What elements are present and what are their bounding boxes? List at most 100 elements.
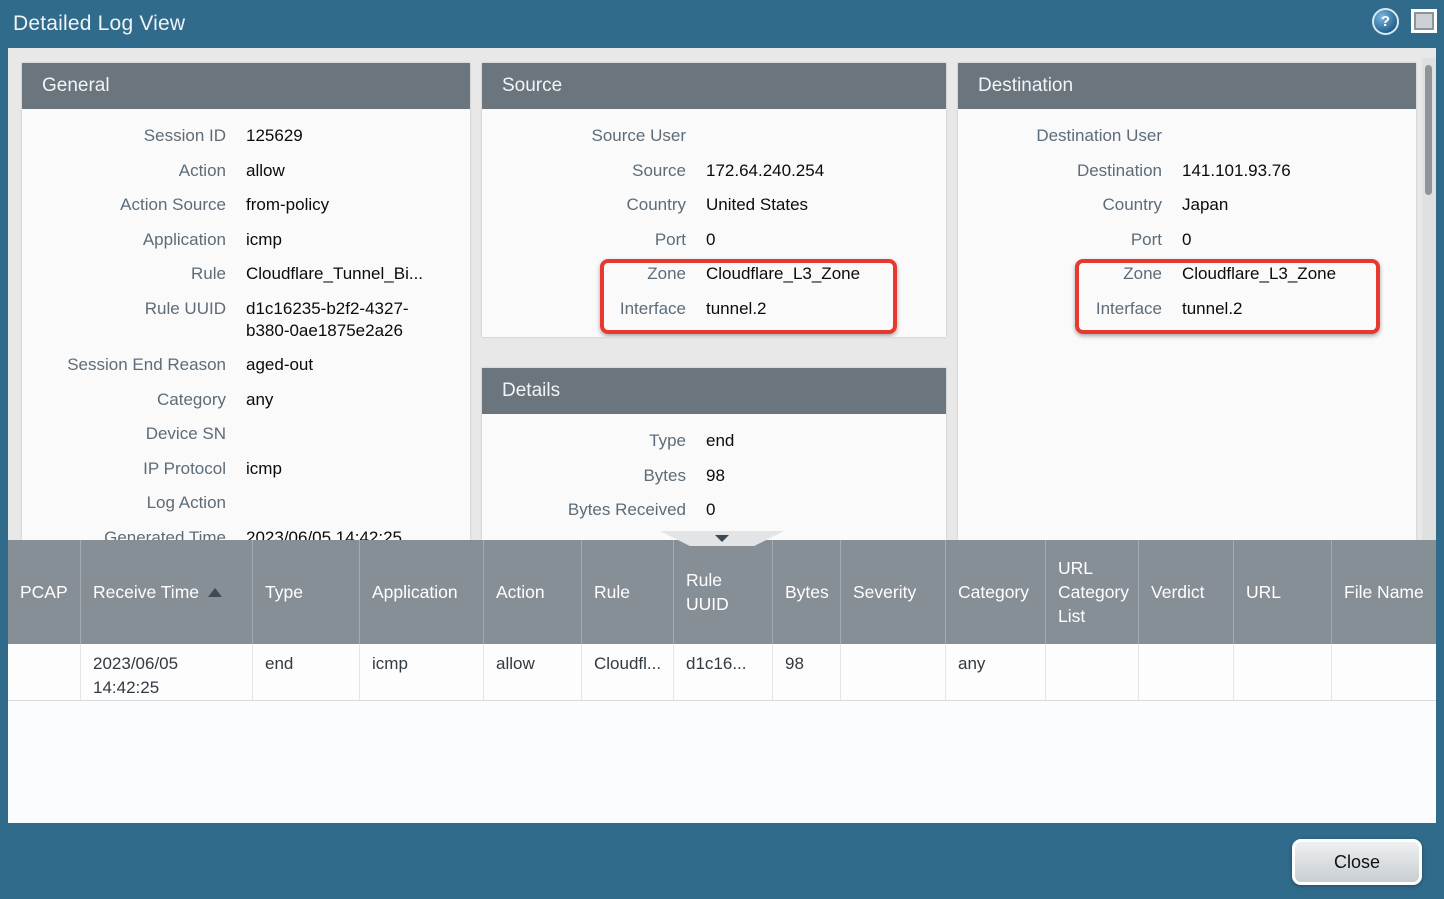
table-cell-type: end: [253, 644, 360, 700]
field-value: 0: [706, 229, 906, 251]
column-header-application[interactable]: Application: [360, 540, 484, 644]
field-value: [1182, 125, 1382, 147]
window-icon-glyph: [1414, 12, 1434, 30]
field-row-rule: RuleCloudflare_Tunnel_Bi...: [22, 263, 470, 285]
field-label: Country: [482, 194, 686, 216]
table-cell-rule: Cloudfl...: [582, 644, 674, 700]
field-row-rule-uuid: Rule UUID d1c16235-b2f2-4327-b380-0ae1875…: [22, 298, 470, 342]
field-label: Log Action: [22, 492, 226, 514]
column-header-label: URL: [1246, 580, 1281, 604]
field-label: Action Source: [22, 194, 226, 216]
field-row-device-sn: Device SN: [22, 423, 470, 445]
field-label: Generated Time: [22, 527, 226, 541]
field-row-destination: Destination141.101.93.76: [958, 160, 1416, 182]
table-cell-severity: [841, 644, 946, 700]
column-header-label: Application: [372, 580, 458, 604]
field-value: 98: [706, 465, 906, 487]
panel-destination: Destination Destination User Destination1…: [958, 63, 1416, 540]
table-cell-file-name: [1332, 644, 1436, 700]
column-header-file-name[interactable]: File Name: [1332, 540, 1436, 644]
field-label: Action: [22, 160, 226, 182]
field-row-application: Applicationicmp: [22, 229, 470, 251]
log-table: PCAP Receive Time Type Application Action Rul…: [8, 540, 1436, 823]
table-row[interactable]: 2023/06/05 14:42:25endicmpallowCloudfl..…: [8, 644, 1436, 701]
table-cell-action: allow: [484, 644, 582, 700]
field-value: end: [706, 430, 906, 452]
field-value: 0: [1182, 229, 1382, 251]
column-header-label: File Name: [1344, 580, 1424, 604]
column-header-rule[interactable]: Rule: [582, 540, 674, 644]
panel-header: Details: [482, 368, 946, 414]
column-header-type[interactable]: Type: [253, 540, 360, 644]
panels-scrollbar[interactable]: [1422, 58, 1436, 540]
column-header-label: Type: [265, 580, 303, 604]
field-row-bytes-received: Bytes Received0: [482, 499, 946, 521]
column-header-label: Receive Time: [93, 580, 199, 604]
table-cell-url: [1234, 644, 1332, 700]
panel-body: Source UserSource172.64.240.254CountryUn…: [482, 109, 946, 320]
field-row-country: CountryJapan: [958, 194, 1416, 216]
field-label: Session ID: [22, 125, 226, 147]
field-row-source: Source 172.64.240.254: [482, 160, 946, 182]
field-value: allow: [246, 160, 446, 182]
scrollbar-thumb[interactable]: [1425, 65, 1432, 195]
field-row-category: Categoryany: [22, 389, 470, 411]
field-row-action-source: Action Sourcefrom-policy: [22, 194, 470, 216]
column-header-bytes[interactable]: Bytes: [773, 540, 841, 644]
page-title: Detailed Log View: [0, 12, 185, 36]
panel-header: Destination: [958, 63, 1416, 109]
panel-body: TypeendBytes98Bytes Received0: [482, 414, 946, 521]
field-value: tunnel.2: [1182, 298, 1382, 320]
field-value: icmp: [246, 229, 446, 251]
field-label: Port: [482, 229, 686, 251]
column-header-label: PCAP: [20, 580, 68, 604]
table-cell-pcap: [8, 644, 81, 700]
help-icon[interactable]: ?: [1372, 8, 1399, 35]
table-cell-receive-time: 2023/06/05 14:42:25: [81, 644, 253, 700]
close-button[interactable]: Close: [1292, 839, 1422, 885]
field-label: Source User: [482, 125, 686, 147]
panel-header: General: [22, 63, 470, 109]
title-bar: Detailed Log View: [0, 0, 1444, 48]
column-header-rule-uuid[interactable]: Rule UUID: [674, 540, 773, 644]
column-header-pcap[interactable]: PCAP: [8, 540, 81, 644]
field-label: Rule UUID: [22, 298, 226, 342]
field-label: Country: [958, 194, 1162, 216]
column-header-category[interactable]: Category: [946, 540, 1046, 644]
field-value: icmp: [246, 458, 446, 480]
column-header-label: Category: [958, 580, 1029, 604]
column-header-verdict[interactable]: Verdict: [1139, 540, 1234, 644]
field-label: Source: [482, 160, 686, 182]
field-label: Destination User: [958, 125, 1162, 147]
column-header-severity[interactable]: Severity: [841, 540, 946, 644]
column-header-label: Action: [496, 580, 545, 604]
field-value: d1c16235-b2f2-4327-b380-0ae1875e2a26: [246, 298, 446, 342]
panel-title: Details: [502, 380, 560, 402]
field-label: Type: [482, 430, 686, 452]
panel-source: Source Source User Source 172.64.240.254 Co…: [482, 63, 946, 337]
panel-body: Session ID125629ActionallowAction Source…: [22, 109, 470, 540]
column-header-label: Verdict: [1151, 580, 1205, 604]
column-header-receive-time[interactable]: Receive Time: [81, 540, 253, 644]
field-value: 172.64.240.254: [706, 160, 906, 182]
column-header-url[interactable]: URL: [1234, 540, 1332, 644]
field-value: Cloudflare_L3_Zone: [1182, 263, 1382, 285]
field-label: Device SN: [22, 423, 226, 445]
field-row-interface: Interfacetunnel.2: [482, 298, 946, 320]
table-cell-verdict: [1139, 644, 1234, 700]
panel-body: Destination User Destination141.101.93.76…: [958, 109, 1416, 320]
field-label: Bytes Received: [482, 499, 686, 521]
field-value: 2023/06/05 14:42:25: [246, 527, 446, 541]
column-header-label: Bytes: [785, 580, 829, 604]
field-value: 141.101.93.76: [1182, 160, 1382, 182]
column-header-url-category-list[interactable]: URL Category List: [1046, 540, 1139, 644]
field-row-source-user: Source User: [482, 125, 946, 147]
window-icon[interactable]: [1411, 9, 1437, 33]
table-cell-bytes: 98: [773, 644, 841, 700]
column-header-action[interactable]: Action: [484, 540, 582, 644]
column-header-label: Rule UUID: [686, 568, 764, 616]
field-label: IP Protocol: [22, 458, 226, 480]
field-label: Interface: [482, 298, 686, 320]
field-row-zone: ZoneCloudflare_L3_Zone: [482, 263, 946, 285]
field-row-ip-protocol: IP Protocol icmp: [22, 458, 470, 480]
